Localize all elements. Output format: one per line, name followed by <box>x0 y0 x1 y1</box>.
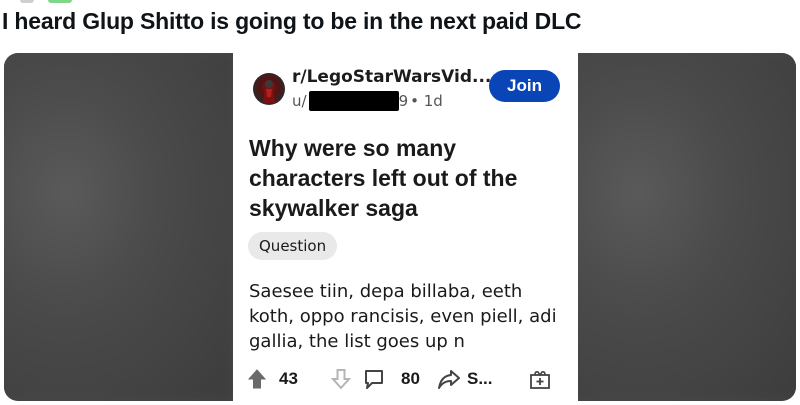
username-suffix: 9 <box>398 92 409 110</box>
post-age: • 1d <box>410 92 443 110</box>
join-button: Join <box>489 70 560 102</box>
share-icon <box>437 365 461 393</box>
post-title: Why were so many characters left out of … <box>249 135 518 221</box>
comment-icon <box>362 365 386 393</box>
tweet-media[interactable]: r/LegoStarWarsVid... u/ 9 • 1d Join Why … <box>4 53 796 401</box>
blurred-backdrop-left <box>4 53 234 401</box>
post-flair: Question <box>248 232 338 260</box>
subreddit-name: r/LegoStarWarsVid... <box>292 67 492 87</box>
share-label: S... <box>467 369 493 388</box>
upvote-icon <box>247 365 267 393</box>
post-body: Saesee tiin, depa billaba, eeth koth, op… <box>249 281 557 352</box>
username-prefix: u/ <box>292 92 307 110</box>
reddit-post-screenshot: r/LegoStarWarsVid... u/ 9 • 1d Join Why … <box>233 53 578 401</box>
award-icon <box>529 365 551 393</box>
subreddit-avatar <box>253 73 285 105</box>
post-meta: u/ 9 • 1d <box>292 91 443 111</box>
comment-count: 80 <box>401 369 420 388</box>
tweet-caption: I heard Glup Shitto is going to be in th… <box>2 8 582 34</box>
upvote-count: 43 <box>279 369 298 388</box>
downvote-icon <box>331 365 351 393</box>
post-actions: 43 80 S... <box>247 365 567 393</box>
blurred-backdrop-right <box>566 53 796 401</box>
redacted-username <box>308 91 399 111</box>
previous-content-edge <box>0 0 800 4</box>
